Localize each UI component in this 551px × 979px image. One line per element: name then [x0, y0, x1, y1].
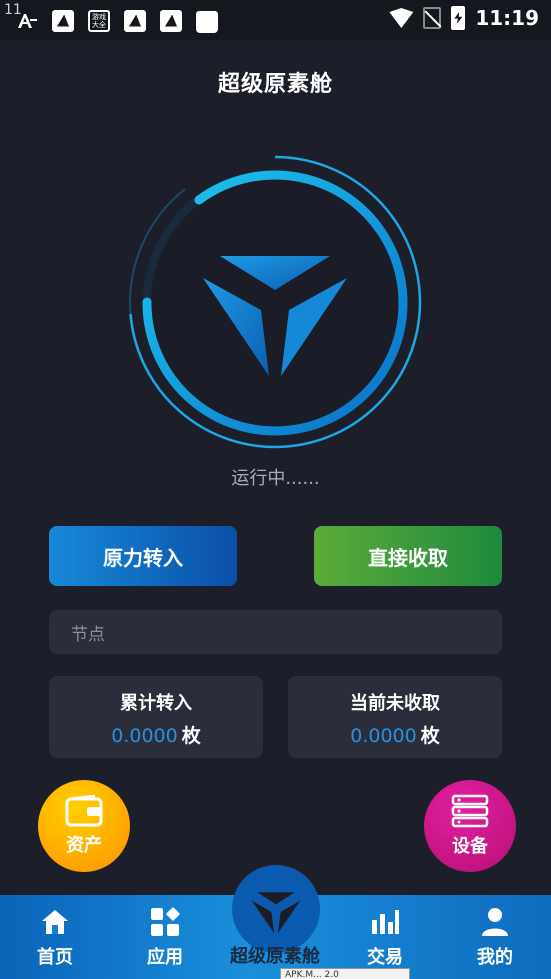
shopping-bag-icon	[196, 11, 218, 33]
total-transfer-card: 累计转入 0.0000 枚	[49, 676, 263, 758]
node-input[interactable]: 节点	[49, 610, 502, 654]
nav-label: 首页	[37, 947, 73, 968]
status-bar: 11 游戏大全 11:19	[0, 0, 551, 40]
chart-icon	[372, 910, 399, 934]
apk-tag: APK.M... 2.0	[280, 968, 410, 979]
font-icon	[16, 10, 38, 32]
devices-button[interactable]: 设备	[424, 780, 516, 872]
node-placeholder: 节点	[71, 624, 105, 645]
nav-item-trade[interactable]: 交易	[340, 895, 430, 979]
stat-unit: 枚	[181, 725, 201, 747]
stat-value: 0.0000 枚	[49, 721, 263, 748]
nav-label: 交易	[367, 947, 403, 968]
nav-label: 应用	[147, 947, 183, 968]
stat-unit: 枚	[420, 725, 440, 747]
stat-number: 0.0000	[350, 725, 417, 747]
stat-value: 0.0000 枚	[288, 721, 502, 748]
clock: 11:19	[475, 6, 539, 30]
assets-label: 资产	[66, 835, 102, 856]
apps-icon	[151, 907, 180, 936]
battery-charging-icon	[451, 6, 466, 30]
running-status: 运行中......	[231, 468, 320, 489]
notification-app-icon	[52, 9, 74, 32]
stat-label: 累计转入	[120, 693, 192, 714]
transfer-in-button[interactable]: 原力转入	[49, 526, 237, 586]
running-gauge	[125, 152, 425, 452]
collect-button[interactable]: 直接收取	[314, 526, 502, 586]
wifi-icon	[389, 8, 414, 28]
assets-button[interactable]: 资产	[38, 780, 130, 872]
nav-label-capsule: 超级原素舱	[230, 946, 320, 967]
game-center-icon: 游戏大全	[88, 9, 110, 32]
no-sim-icon	[423, 7, 442, 29]
notification-icons: 游戏大全	[16, 8, 218, 33]
wallet-icon	[65, 795, 103, 827]
nav-item-capsule[interactable]	[232, 865, 320, 953]
server-icon	[451, 794, 489, 828]
stat-label: 当前未收取	[350, 693, 440, 714]
user-icon	[482, 908, 508, 936]
page-title: 超级原素舱	[217, 72, 333, 97]
nav-label: 我的	[477, 947, 513, 968]
system-icons: 11:19	[389, 6, 539, 30]
logo-icon	[251, 892, 301, 934]
stat-number: 0.0000	[111, 725, 178, 747]
uncollected-card: 当前未收取 0.0000 枚	[288, 676, 502, 758]
nav-item-profile[interactable]: 我的	[450, 895, 540, 979]
home-icon	[42, 910, 68, 934]
nav-item-home[interactable]: 首页	[10, 895, 100, 979]
notification-app-icon	[124, 9, 146, 32]
devices-label: 设备	[452, 836, 488, 857]
notification-app-icon	[160, 9, 182, 32]
nav-item-apps[interactable]: 应用	[120, 895, 210, 979]
